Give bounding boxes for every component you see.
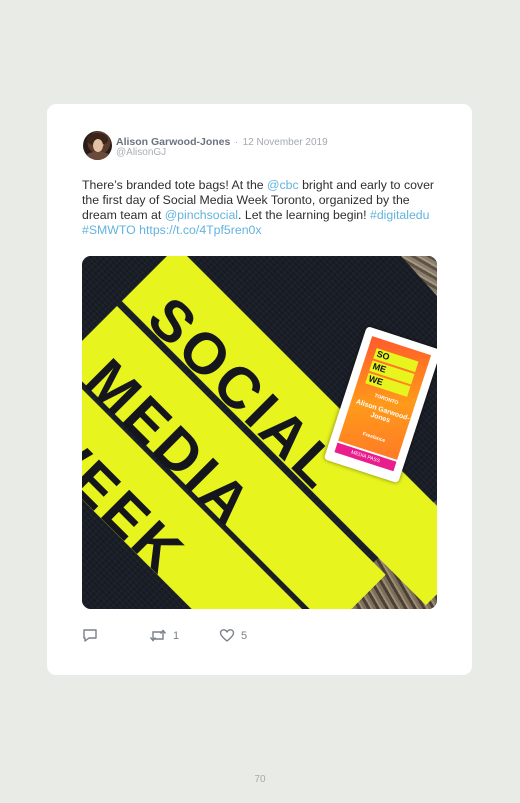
like-count: 5 bbox=[241, 629, 248, 642]
tweet-card: Alison Garwood-Jones · 12 November 2019 … bbox=[47, 104, 472, 675]
mention-pinchsocial[interactable]: @pinchsocial bbox=[165, 208, 238, 222]
retweet-icon bbox=[149, 629, 167, 642]
like-button[interactable]: 5 bbox=[219, 628, 247, 643]
author-handle[interactable]: @AlisonGJ bbox=[116, 147, 166, 158]
mention-cbc[interactable]: @cbc bbox=[267, 178, 299, 192]
hashtag-smwto[interactable]: #SMWTO bbox=[82, 223, 136, 237]
page-number: 70 bbox=[254, 774, 266, 785]
tweet-actions: 1 5 bbox=[82, 628, 382, 646]
heart-icon bbox=[219, 629, 235, 642]
tweet-url[interactable]: https://t.co/4Tpf5ren0x bbox=[139, 223, 261, 237]
tweet-text-part: . Let the learning begin! bbox=[238, 208, 370, 222]
hashtag-digitaledu[interactable]: #digitaledu bbox=[370, 208, 430, 222]
retweet-button[interactable]: 1 bbox=[149, 628, 179, 643]
avatar-face bbox=[93, 139, 103, 152]
avatar[interactable] bbox=[83, 131, 112, 160]
reply-button[interactable] bbox=[82, 628, 98, 643]
header-separator: · bbox=[234, 137, 239, 148]
tweet-photo[interactable]: SOCIAL MEDIA WEEK SO ME WE TORONTO Aliso… bbox=[82, 256, 437, 609]
retweet-count: 1 bbox=[173, 629, 180, 642]
avatar-shirt bbox=[86, 152, 110, 160]
tweet-date[interactable]: 12 November 2019 bbox=[243, 137, 328, 148]
reply-icon bbox=[83, 629, 97, 642]
tweet-text: There’s branded tote bags! At the @cbc b… bbox=[82, 178, 442, 238]
tweet-text-part: There’s branded tote bags! At the bbox=[82, 178, 268, 192]
